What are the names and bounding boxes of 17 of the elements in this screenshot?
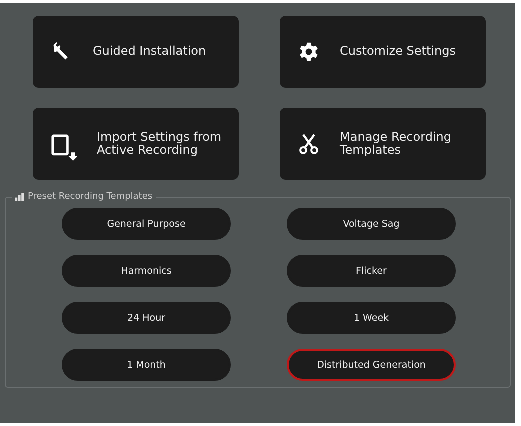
template-button[interactable]: Distributed Generation [287,349,456,381]
scissors-icon [298,133,320,155]
gear-icon [298,41,320,63]
template-button[interactable]: Harmonics [62,255,231,287]
panel-title: Preset Recording Templates [28,192,153,202]
template-button[interactable]: Voltage Sag [287,208,456,240]
action-button[interactable]: Manage Recording Templates [280,108,486,180]
template-button[interactable]: Flicker [287,255,456,287]
template-button[interactable]: 1 Month [62,349,231,381]
chart-icon [15,193,25,201]
action-button[interactable]: Import Settings from Active Recording [33,108,239,180]
template-button[interactable]: General Purpose [62,208,231,240]
tablet-download-icon [51,133,77,163]
template-button[interactable]: 24 Hour [62,302,231,334]
action-button[interactable]: Customize Settings [280,16,486,88]
action-button[interactable]: Guided Installation [33,16,239,88]
template-button[interactable]: 1 Week [287,302,456,334]
